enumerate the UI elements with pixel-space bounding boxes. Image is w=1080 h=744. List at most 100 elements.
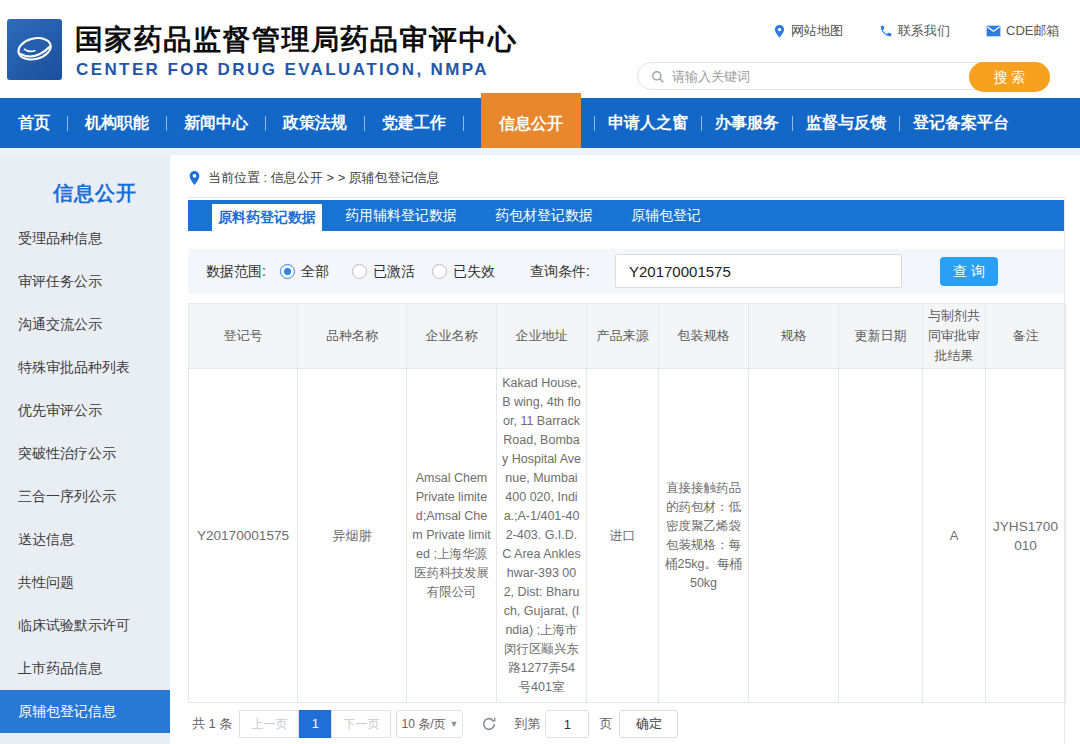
nav-separator — [463, 116, 464, 131]
col-package-spec: 包装规格 — [659, 304, 749, 369]
search-button[interactable]: 搜索 — [969, 62, 1050, 92]
breadcrumb-pin-icon — [188, 170, 201, 186]
tab-packaging[interactable]: 药包材登记数据 — [480, 200, 608, 231]
search-bar: 搜索 — [637, 62, 1050, 90]
tab-raw-aux-pack[interactable]: 原辅包登记 — [616, 200, 716, 231]
sidebar-item-delivery-info[interactable]: 送达信息 — [0, 518, 170, 561]
nav-separator — [265, 116, 266, 131]
col-company: 企业名称 — [407, 304, 497, 369]
sidebar-title: 信息公开 — [0, 155, 170, 207]
scope-label: 数据范围: — [206, 249, 266, 294]
breadcrumb: 当前位置 : 信息公开 > > 原辅包登记信息 — [188, 166, 440, 190]
content-right-border — [1064, 197, 1065, 744]
filter-bar: 数据范围: 全部 已激活 已失效 查询条件: 查询 — [188, 249, 1065, 294]
sidebar-item-raw-material-registration[interactable]: 原辅包登记信息 — [0, 690, 170, 733]
nav-separator — [792, 116, 793, 131]
contact-link[interactable]: 联系我们 — [879, 22, 950, 40]
confirm-button[interactable]: 确定 — [619, 710, 678, 738]
goto-page-input[interactable] — [545, 710, 589, 738]
nav-item-party[interactable]: 党建工作 — [382, 98, 446, 148]
main-nav: 首页 机构职能 新闻中心 政策法规 党建工作 信息公开 申请人之窗 办事服务 监… — [0, 98, 1080, 148]
table-row: Y20170001575 异烟肼 Amsal Chem Private limi… — [189, 369, 1066, 703]
cell-company: Amsal Chem Private limited;Amsal Chem Pr… — [407, 369, 497, 703]
sidebar-item-priority-review[interactable]: 优先审评公示 — [0, 389, 170, 432]
nav-item-policy[interactable]: 政策法规 — [283, 98, 347, 148]
breadcrumb-text: 当前位置 : 信息公开 > > 原辅包登记信息 — [208, 169, 440, 187]
pagination-total: 共 1 条 — [192, 715, 232, 733]
sidebar-list: 受理品种信息 审评任务公示 沟通交流公示 特殊审批品种列表 优先审评公示 突破性… — [0, 217, 170, 733]
cell-joint-review: A — [923, 369, 986, 703]
nav-separator — [899, 116, 900, 131]
nav-item-info-disclosure[interactable]: 信息公开 — [481, 93, 581, 154]
page-size-select[interactable]: 10 条/页 ▼ — [396, 710, 463, 738]
sidebar-item-clinical-trial[interactable]: 临床试验默示许可 — [0, 604, 170, 647]
phone-icon — [879, 24, 893, 38]
nav-item-home[interactable]: 首页 — [18, 98, 50, 148]
pagination: 共 1 条 上一页 1 下一页 10 条/页 ▼ 到第 页 确定 — [188, 710, 678, 738]
data-tabs: 原料药登记数据 药用辅料登记数据 药包材登记数据 原辅包登记 — [188, 200, 1065, 231]
cell-remark: JYHS1700010 — [986, 369, 1066, 703]
sidebar-item-review-tasks[interactable]: 审评任务公示 — [0, 260, 170, 303]
chevron-down-icon: ▼ — [450, 719, 459, 729]
nav-item-supervision[interactable]: 监督与反馈 — [806, 98, 886, 148]
col-origin: 产品来源 — [587, 304, 659, 369]
query-label: 查询条件: — [530, 249, 590, 294]
nav-separator — [594, 116, 595, 131]
nav-item-services[interactable]: 办事服务 — [715, 98, 779, 148]
table-wrap: 登记号 品种名称 企业名称 企业地址 产品来源 包装规格 规格 更新日期 与制剂… — [188, 303, 1065, 703]
site-title: 国家药品监督管理局药品审评中心 — [75, 21, 518, 59]
cell-spec — [749, 369, 839, 703]
search-input[interactable] — [672, 63, 962, 89]
radio-activated[interactable]: 已激活 — [352, 249, 415, 294]
cell-variety: 异烟肼 — [298, 369, 407, 703]
nav-item-registration-platform[interactable]: 登记备案平台 — [913, 98, 1009, 148]
cell-origin: 进口 — [587, 369, 659, 703]
tab-excipients[interactable]: 药用辅料登记数据 — [330, 200, 472, 231]
table-header-row: 登记号 品种名称 企业名称 企业地址 产品来源 包装规格 规格 更新日期 与制剂… — [189, 304, 1066, 369]
sidebar-item-special-approval[interactable]: 特殊审批品种列表 — [0, 346, 170, 389]
mail-link[interactable]: CDE邮箱 — [986, 22, 1059, 40]
tab-raw-material[interactable]: 原料药登记数据 — [212, 204, 322, 238]
next-page-button[interactable]: 下一页 — [331, 710, 391, 738]
site-subtitle: CENTER FOR DRUG EVALUATION, NMPA — [76, 60, 489, 80]
nav-item-functions[interactable]: 机构职能 — [85, 98, 149, 148]
mail-icon — [986, 25, 1001, 37]
search-icon — [651, 70, 665, 84]
location-pin-icon — [773, 24, 786, 39]
query-input[interactable] — [615, 254, 902, 288]
nav-item-applicant[interactable]: 申请人之窗 — [608, 98, 688, 148]
header-links: 网站地图 联系我们 CDE邮箱 — [773, 22, 1059, 40]
sidebar-item-three-in-one[interactable]: 三合一序列公示 — [0, 475, 170, 518]
goto-label: 到第 — [514, 715, 540, 733]
col-reg-no: 登记号 — [189, 304, 298, 369]
sidebar-item-communication[interactable]: 沟通交流公示 — [0, 303, 170, 346]
logo-swoosh-icon — [12, 25, 58, 75]
nav-separator — [67, 116, 68, 131]
query-button[interactable]: 查询 — [940, 257, 998, 286]
nav-item-news[interactable]: 新闻中心 — [184, 98, 248, 148]
radio-all-icon — [280, 264, 295, 279]
nav-separator — [364, 116, 365, 131]
cell-address: Kakad House, B wing, 4th floor, 11 Barra… — [497, 369, 587, 703]
radio-expired[interactable]: 已失效 — [432, 249, 495, 294]
sidebar: 信息公开 受理品种信息 审评任务公示 沟通交流公示 特殊审批品种列表 优先审评公… — [0, 155, 170, 744]
sidebar-item-accepted-varieties[interactable]: 受理品种信息 — [0, 217, 170, 260]
col-spec: 规格 — [749, 304, 839, 369]
breadcrumb-divider — [188, 197, 1065, 198]
cell-package-spec: 直接接触药品的药包材：低密度聚乙烯袋包装规格：每桶25kg。每桶50kg — [659, 369, 749, 703]
current-page-button[interactable]: 1 — [299, 710, 331, 738]
cell-reg-no: Y20170001575 — [189, 369, 298, 703]
sidebar-item-common-issues[interactable]: 共性问题 — [0, 561, 170, 604]
refresh-icon[interactable] — [481, 716, 497, 732]
cde-logo[interactable] — [7, 19, 62, 80]
sitemap-link[interactable]: 网站地图 — [773, 22, 843, 40]
nav-separator — [166, 116, 167, 131]
col-joint-review: 与制剂共同审批审批结果 — [923, 304, 986, 369]
prev-page-button[interactable]: 上一页 — [239, 710, 299, 738]
goto-unit: 页 — [599, 715, 612, 733]
nav-shadow — [0, 148, 1080, 155]
col-variety: 品种名称 — [298, 304, 407, 369]
sidebar-item-marketed-drugs[interactable]: 上市药品信息 — [0, 647, 170, 690]
radio-all[interactable]: 全部 — [280, 249, 329, 294]
sidebar-item-breakthrough-therapy[interactable]: 突破性治疗公示 — [0, 432, 170, 475]
